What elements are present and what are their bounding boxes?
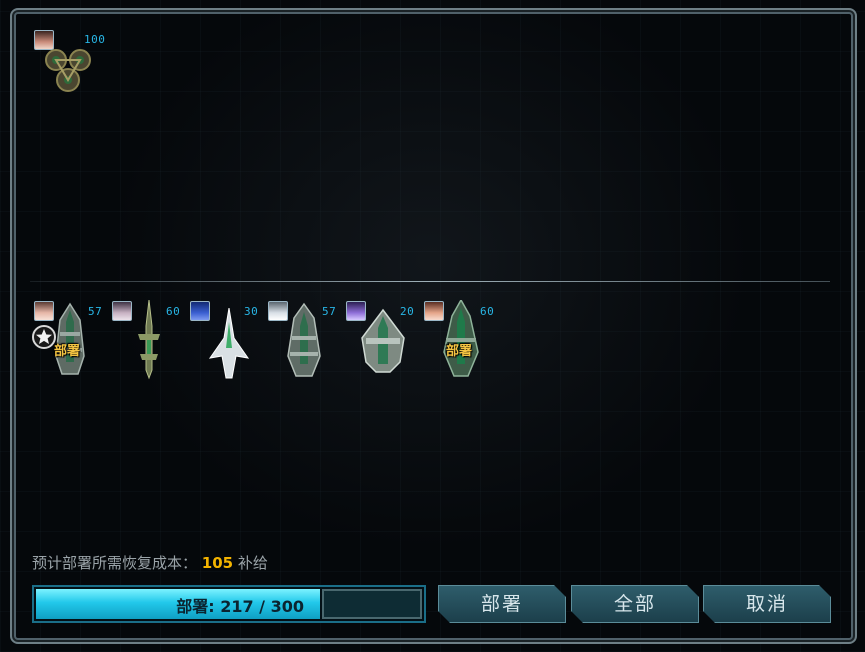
unit-level: 60 bbox=[166, 305, 181, 318]
top-fleet-unit[interactable]: 100 bbox=[34, 30, 124, 100]
select-all-button[interactable]: 全部 bbox=[571, 585, 699, 623]
recovery-cost-line: 预计部署所需恢复成本： 105 补给 bbox=[32, 552, 268, 573]
deploy-button[interactable]: 部署 bbox=[438, 585, 566, 623]
recovery-cost-value: 105 bbox=[201, 554, 234, 572]
unit-level: 57 bbox=[322, 305, 337, 318]
fleet-unit[interactable]: 60 部署 bbox=[424, 300, 506, 380]
fleet-unit[interactable]: 60 bbox=[112, 300, 190, 380]
heavy-cruiser-ship-icon bbox=[443, 300, 479, 377]
section-divider bbox=[30, 281, 830, 282]
captain-avatar bbox=[34, 301, 54, 321]
battleship-ship-icon bbox=[287, 302, 321, 377]
fleet-unit[interactable]: 57 部署 bbox=[34, 300, 112, 380]
deploy-capacity-remaining bbox=[322, 589, 422, 619]
fleet-unit[interactable]: 20 bbox=[346, 300, 424, 380]
recovery-cost-unit: 补给 bbox=[237, 554, 268, 572]
captain-avatar bbox=[112, 301, 132, 321]
unit-level: 57 bbox=[88, 305, 103, 318]
deployed-tag: 部署 bbox=[446, 344, 473, 359]
frigate-ship-icon bbox=[208, 308, 250, 379]
fleet-unit[interactable]: 30 bbox=[190, 300, 268, 380]
deploy-capacity-meter: 部署: 217 / 300 bbox=[32, 585, 426, 623]
destroyer-ship-icon bbox=[138, 300, 160, 380]
deploy-capacity-label: 部署: 217 / 300 bbox=[176, 597, 304, 616]
carrier-ship-icon bbox=[361, 308, 405, 373]
deployed-tag: 部署 bbox=[54, 344, 81, 359]
cancel-button[interactable]: 取消 bbox=[703, 585, 831, 623]
captain-avatar bbox=[190, 301, 210, 321]
fleet-unit[interactable]: 57 bbox=[268, 300, 346, 380]
recovery-cost-label: 预计部署所需恢复成本： bbox=[32, 554, 198, 572]
space-station-icon bbox=[45, 49, 91, 92]
